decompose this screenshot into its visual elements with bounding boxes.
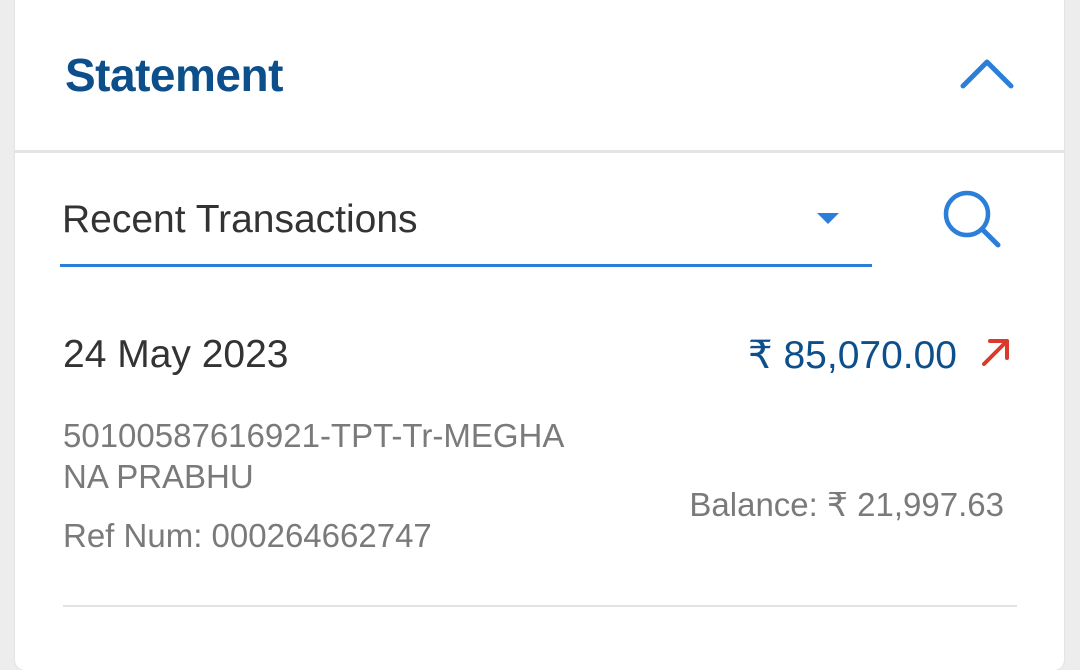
search-button[interactable] bbox=[937, 184, 1007, 254]
filter-row: Recent Transactions bbox=[15, 180, 1064, 280]
collapse-button[interactable] bbox=[953, 52, 1021, 96]
transaction-amount: ₹ 85,070.00 bbox=[747, 334, 957, 377]
page-title: Statement bbox=[65, 49, 283, 101]
transaction-balance: Balance: ₹ 21,997.63 bbox=[689, 485, 1004, 524]
arrow-up-right-icon bbox=[979, 335, 1013, 369]
ref-label: Ref Num: bbox=[63, 517, 203, 554]
statement-card: Statement Recent Transactions 24 May 202… bbox=[15, 0, 1064, 670]
ref-number: 000264662747 bbox=[211, 517, 432, 554]
transaction-item[interactable]: 24 May 2023 ₹ 85,070.00 50100587616921-T… bbox=[15, 325, 1064, 615]
transaction-description: 50100587616921-TPT-Tr-MEGHANA PRABHU bbox=[63, 417, 565, 495]
filter-selected-value: Recent Transactions bbox=[62, 198, 418, 241]
chevron-up-icon bbox=[960, 59, 1014, 89]
transaction-filter-select[interactable]: Recent Transactions bbox=[60, 180, 872, 267]
transaction-date: 24 May 2023 bbox=[63, 333, 289, 376]
balance-label: Balance: bbox=[689, 486, 818, 523]
statement-header[interactable]: Statement bbox=[15, 0, 1064, 153]
search-icon bbox=[943, 190, 1001, 248]
balance-value: ₹ 21,997.63 bbox=[827, 486, 1004, 523]
caret-down-icon bbox=[817, 213, 839, 224]
divider bbox=[63, 605, 1017, 607]
transaction-ref: Ref Num: 000264662747 bbox=[63, 517, 432, 555]
